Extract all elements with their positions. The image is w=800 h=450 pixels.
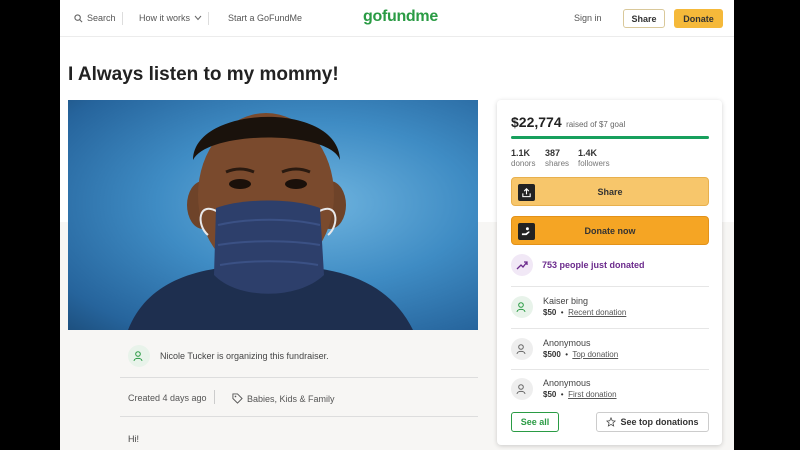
divider <box>511 369 709 370</box>
signin-link[interactable]: Sign in <box>574 13 602 23</box>
see-top-donations-label: See top donations <box>620 417 699 427</box>
signin-label: Sign in <box>574 13 602 23</box>
organizer-text: Nicole Tucker is organizing this fundrai… <box>160 351 329 361</box>
page: Search How it works Start a GoFundMe gof… <box>60 0 734 450</box>
donation-line: $50 • First donation <box>543 390 617 399</box>
tag-icon <box>232 393 243 404</box>
donation-amount: $50 <box>543 390 557 399</box>
gofundme-logo[interactable]: gofundme <box>363 8 438 26</box>
organizer-icon <box>128 345 150 367</box>
start-gofundme-label: Start a GoFundMe <box>228 13 303 23</box>
header-share-button[interactable]: Share <box>623 9 665 28</box>
category-label: Babies, Kids & Family <box>247 393 335 404</box>
how-it-works-menu[interactable]: How it works <box>139 13 202 23</box>
stat-shares: 387 shares <box>545 148 569 168</box>
donor-avatar-icon <box>511 296 533 318</box>
created-date: Created 4 days ago <box>128 393 207 403</box>
nav-divider <box>122 12 123 25</box>
nav-divider <box>208 12 209 25</box>
created-label: Created 4 days ago <box>128 393 207 403</box>
donor-name: Kaiser bing <box>543 296 589 306</box>
donation-details: Anonymous $500 • Top donation <box>543 338 618 360</box>
donor-name: Anonymous <box>543 378 591 388</box>
header-donate-button[interactable]: Donate <box>674 9 723 28</box>
child-portrait-image <box>128 113 413 330</box>
stat-number: 387 <box>545 148 561 158</box>
share-icon <box>518 184 535 201</box>
campaign-title: I Always listen to my mommy! <box>68 64 339 85</box>
donation-amount: $50 <box>543 308 557 317</box>
search-label: Search <box>87 13 116 23</box>
star-icon <box>606 417 617 427</box>
donation-card: $22,774 raised of $7 goal 1.1K donors 38… <box>497 100 722 445</box>
donation-details: Kaiser bing $50 • Recent donation <box>543 296 626 318</box>
share-button[interactable]: Share <box>511 177 709 206</box>
divider <box>511 328 709 329</box>
stat-number: 1.1K <box>511 148 531 158</box>
search-link[interactable]: Search <box>74 13 116 23</box>
divider <box>120 416 478 417</box>
search-icon <box>74 13 83 22</box>
donation-line: $500 • Top donation <box>543 350 619 359</box>
stat-label: followers <box>578 159 610 168</box>
donation-tag-link[interactable]: Recent donation <box>568 308 626 317</box>
stat-donors: 1.1K donors <box>511 148 535 168</box>
stat-number: 1.4K <box>578 148 598 158</box>
donation-tag-link[interactable]: First donation <box>568 390 616 399</box>
donation-details: Anonymous $50 • First donation <box>543 378 617 400</box>
stat-followers: 1.4K followers <box>578 148 610 168</box>
top-nav: Search How it works Start a GoFundMe gof… <box>60 0 734 37</box>
donation-item: Kaiser bing $50 • Recent donation <box>511 296 626 318</box>
donor-avatar-icon <box>511 338 533 360</box>
divider <box>120 377 478 378</box>
progress-fill <box>511 136 709 139</box>
raised-amount: $22,774 <box>511 114 562 130</box>
donation-tag-link[interactable]: Top donation <box>572 350 618 359</box>
donation-item: Anonymous $50 • First donation <box>511 378 617 400</box>
donate-now-button[interactable]: Donate now <box>511 216 709 245</box>
meta-divider <box>214 390 215 404</box>
stat-label: donors <box>511 159 536 168</box>
trend-up-icon <box>511 254 533 276</box>
donate-icon <box>518 223 535 240</box>
donor-name: Anonymous <box>543 338 591 348</box>
donor-avatar-icon <box>511 378 533 400</box>
donate-now-label: Donate now <box>584 225 636 236</box>
donation-item: Anonymous $500 • Top donation <box>511 338 618 360</box>
campaign-photo <box>68 100 478 330</box>
donation-line: $50 • Recent donation <box>543 308 627 317</box>
start-gofundme-link[interactable]: Start a GoFundMe <box>228 13 302 23</box>
stat-label: shares <box>545 159 570 168</box>
chevron-down-icon <box>194 15 202 21</box>
see-all-button[interactable]: See all <box>511 412 559 432</box>
goal-text: raised of $7 goal <box>566 120 626 129</box>
just-donated-row: 753 people just donated <box>511 254 645 276</box>
user-heart-icon <box>133 351 143 362</box>
divider <box>511 286 709 287</box>
progress-bar <box>511 136 709 139</box>
raised-summary: $22,774 raised of $7 goal <box>511 114 625 132</box>
story-text: Hi! <box>128 434 139 444</box>
share-button-label: Share <box>597 186 623 197</box>
category-link[interactable]: Babies, Kids & Family <box>232 393 335 404</box>
how-it-works-label: How it works <box>139 13 191 23</box>
just-donated-text: 753 people just donated <box>542 260 645 270</box>
donation-amount: $500 <box>543 350 561 359</box>
see-top-donations-button[interactable]: See top donations <box>596 412 709 432</box>
